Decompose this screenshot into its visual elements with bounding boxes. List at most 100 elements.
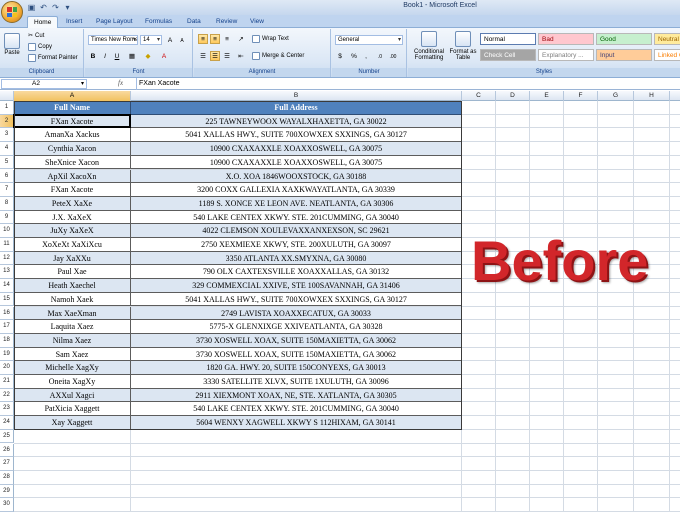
row-header-9[interactable]: 9 — [0, 210, 14, 225]
row-header-8[interactable]: 8 — [0, 196, 14, 211]
name-cell[interactable]: Heath Xaechel — [14, 279, 131, 293]
shrink-font-button[interactable]: A — [177, 35, 187, 45]
align-top-icon[interactable]: ≡ — [198, 34, 208, 44]
column-header-g[interactable]: G — [598, 91, 634, 101]
row-header-16[interactable]: 16 — [0, 306, 14, 321]
cell-style-check-cell[interactable]: Check Cell — [480, 49, 536, 61]
address-cell[interactable]: 3330 SATELLITE XLVX, SUITE 1XULUTH, GA 3… — [131, 375, 462, 389]
row-header-19[interactable]: 19 — [0, 347, 14, 362]
name-cell[interactable]: J.X. XaXeX — [14, 210, 131, 225]
row-header-30[interactable]: 30 — [0, 498, 14, 512]
address-cell[interactable]: 3730 XOSWELL XOAX, SUITE 150MAXIETTA, GA… — [131, 347, 462, 362]
column-header-b[interactable]: B — [131, 91, 462, 101]
name-cell[interactable]: XoXeXt XaXiXcu — [14, 238, 131, 252]
row-header-28[interactable]: 28 — [0, 470, 14, 485]
name-box[interactable]: A2 — [1, 79, 87, 89]
format-as-table-button[interactable]: Format as Table — [448, 31, 478, 61]
select-all-corner[interactable] — [0, 91, 14, 101]
column-header-f[interactable]: F — [564, 91, 598, 101]
address-cell[interactable]: 3730 XOSWELL XOAX, SUITE 150MAXIETTA, GA… — [131, 333, 462, 348]
row-header-6[interactable]: 6 — [0, 169, 14, 184]
cell-style-input[interactable]: Input — [596, 49, 652, 61]
paste-button[interactable]: Paste — [4, 33, 20, 56]
column-header-h[interactable]: H — [634, 91, 670, 101]
cut-button[interactable]: ✂ Cut — [28, 32, 44, 40]
row-header-10[interactable]: 10 — [0, 224, 14, 238]
header-full-name[interactable]: Full Name — [14, 101, 131, 115]
align-center-icon[interactable]: ☰ — [210, 51, 220, 61]
decrease-decimal-icon[interactable]: .00 — [388, 51, 398, 61]
formula-input[interactable]: FXan Xacote — [136, 78, 680, 90]
tab-data[interactable]: Data — [181, 16, 207, 28]
align-left-icon[interactable]: ☰ — [198, 51, 208, 61]
address-cell[interactable]: 790 OLX CAXTEXSVILLE XOAXXALLAS, GA 3013… — [131, 265, 462, 280]
address-cell[interactable]: 540 LAKE CENTEX XKWY. STE. 201CUMMING, G… — [131, 402, 462, 417]
name-cell[interactable]: Oneita XagXy — [14, 375, 131, 389]
font-color-icon[interactable]: A — [159, 51, 169, 61]
row-header-26[interactable]: 26 — [0, 443, 14, 458]
conditional-formatting-button[interactable]: Conditional Formatting — [411, 31, 447, 61]
cell-style-good[interactable]: Good — [596, 33, 652, 45]
address-cell[interactable]: 5775-X GLENXIXGE XXIVEATLANTA, GA 30328 — [131, 320, 462, 334]
orientation-icon[interactable]: ↗ — [236, 34, 246, 44]
row-header-22[interactable]: 22 — [0, 388, 14, 403]
font-name-combo[interactable]: Times New Roman — [88, 35, 138, 45]
column-header-e[interactable]: E — [530, 91, 564, 101]
address-cell[interactable]: 4022 CLEMSON XOULEVAXXANXEXSON, SC 29621 — [131, 224, 462, 238]
name-cell[interactable]: Cynthia Xacon — [14, 142, 131, 156]
row-header-29[interactable]: 29 — [0, 484, 14, 499]
number-format-combo[interactable]: General — [335, 35, 403, 45]
row-header-24[interactable]: 24 — [0, 416, 14, 430]
office-button[interactable] — [1, 1, 23, 23]
name-cell[interactable]: AXXul Xagci — [14, 388, 131, 403]
copy-button[interactable]: Copy — [28, 43, 52, 51]
address-cell[interactable]: 5041 XALLAS HWY., SUITE 700XOWXEX SXXING… — [131, 128, 462, 143]
row-header-4[interactable]: 4 — [0, 142, 14, 156]
row-header-13[interactable]: 13 — [0, 265, 14, 280]
tab-view[interactable]: View — [244, 16, 270, 28]
row-header-20[interactable]: 20 — [0, 361, 14, 375]
address-cell[interactable]: 2750 XEXMIEXE XKWY, STE. 200XULUTH, GA 3… — [131, 238, 462, 252]
row-header-3[interactable]: 3 — [0, 128, 14, 143]
tab-insert[interactable]: Insert — [60, 16, 88, 28]
tab-page-layout[interactable]: Page Layout — [90, 16, 139, 28]
fill-color-icon[interactable]: ◆ — [143, 51, 153, 61]
cell-style-neutral[interactable]: Neutral — [654, 33, 680, 45]
address-cell[interactable]: 3200 COXX GALLEXIA XAXKWAYATLANTA, GA 30… — [131, 183, 462, 197]
row-header-17[interactable]: 17 — [0, 320, 14, 334]
address-cell[interactable]: 225 TAWNEYWOOX WAYALXHAXETTA, GA 30022 — [131, 114, 462, 129]
row-header-15[interactable]: 15 — [0, 292, 14, 307]
name-cell[interactable]: Max XaeXman — [14, 306, 131, 321]
row-header-1[interactable]: 1 — [0, 101, 14, 115]
address-cell[interactable]: 10900 CXAXAXXLE XOAXXOSWELL, GA 30075 — [131, 142, 462, 156]
row-header-14[interactable]: 14 — [0, 279, 14, 293]
name-cell[interactable]: PatXicia Xaggett — [14, 402, 131, 417]
borders-icon[interactable]: ▦ — [127, 51, 137, 61]
header-full-address[interactable]: Full Address — [131, 101, 462, 115]
name-cell[interactable]: Sam Xaez — [14, 347, 131, 362]
cell-style-bad[interactable]: Bad — [538, 33, 594, 45]
row-header-11[interactable]: 11 — [0, 238, 14, 252]
format-painter-button[interactable]: Format Painter — [28, 54, 78, 62]
name-cell[interactable]: FXan Xacote — [14, 114, 131, 129]
address-cell[interactable]: 5604 WENXY XAGWELL XKWY S 112HIXAM, GA 3… — [131, 416, 462, 430]
font-size-combo[interactable]: 14 — [140, 35, 162, 45]
align-middle-icon[interactable]: ≡ — [210, 34, 220, 44]
name-cell[interactable]: ApXil XacoXn — [14, 169, 131, 184]
column-header-d[interactable]: D — [496, 91, 530, 101]
column-header-a[interactable]: A — [14, 91, 131, 101]
address-cell[interactable]: 2911 XIEXMONT XOAX, NE, STE. XATLANTA, G… — [131, 388, 462, 403]
align-bottom-icon[interactable]: ≡ — [222, 34, 232, 44]
name-cell[interactable]: PeteX XaXe — [14, 196, 131, 211]
name-cell[interactable]: JuXy XaXeX — [14, 224, 131, 238]
name-cell[interactable]: Xay Xaggett — [14, 416, 131, 430]
address-cell[interactable]: 1820 GA. HWY. 20, SUITE 150CONYEXS, GA 3… — [131, 361, 462, 375]
row-header-18[interactable]: 18 — [0, 333, 14, 348]
row-header-25[interactable]: 25 — [0, 429, 14, 444]
row-header-12[interactable]: 12 — [0, 251, 14, 266]
name-cell[interactable]: Paul Xae — [14, 265, 131, 280]
address-cell[interactable]: X.O. XOA 1846WOOXSTOCK, GA 30188 — [131, 169, 462, 184]
percent-button[interactable]: % — [349, 51, 359, 61]
wrap-text-button[interactable]: Wrap Text — [252, 35, 289, 43]
row-header-2[interactable]: 2 — [0, 114, 14, 129]
